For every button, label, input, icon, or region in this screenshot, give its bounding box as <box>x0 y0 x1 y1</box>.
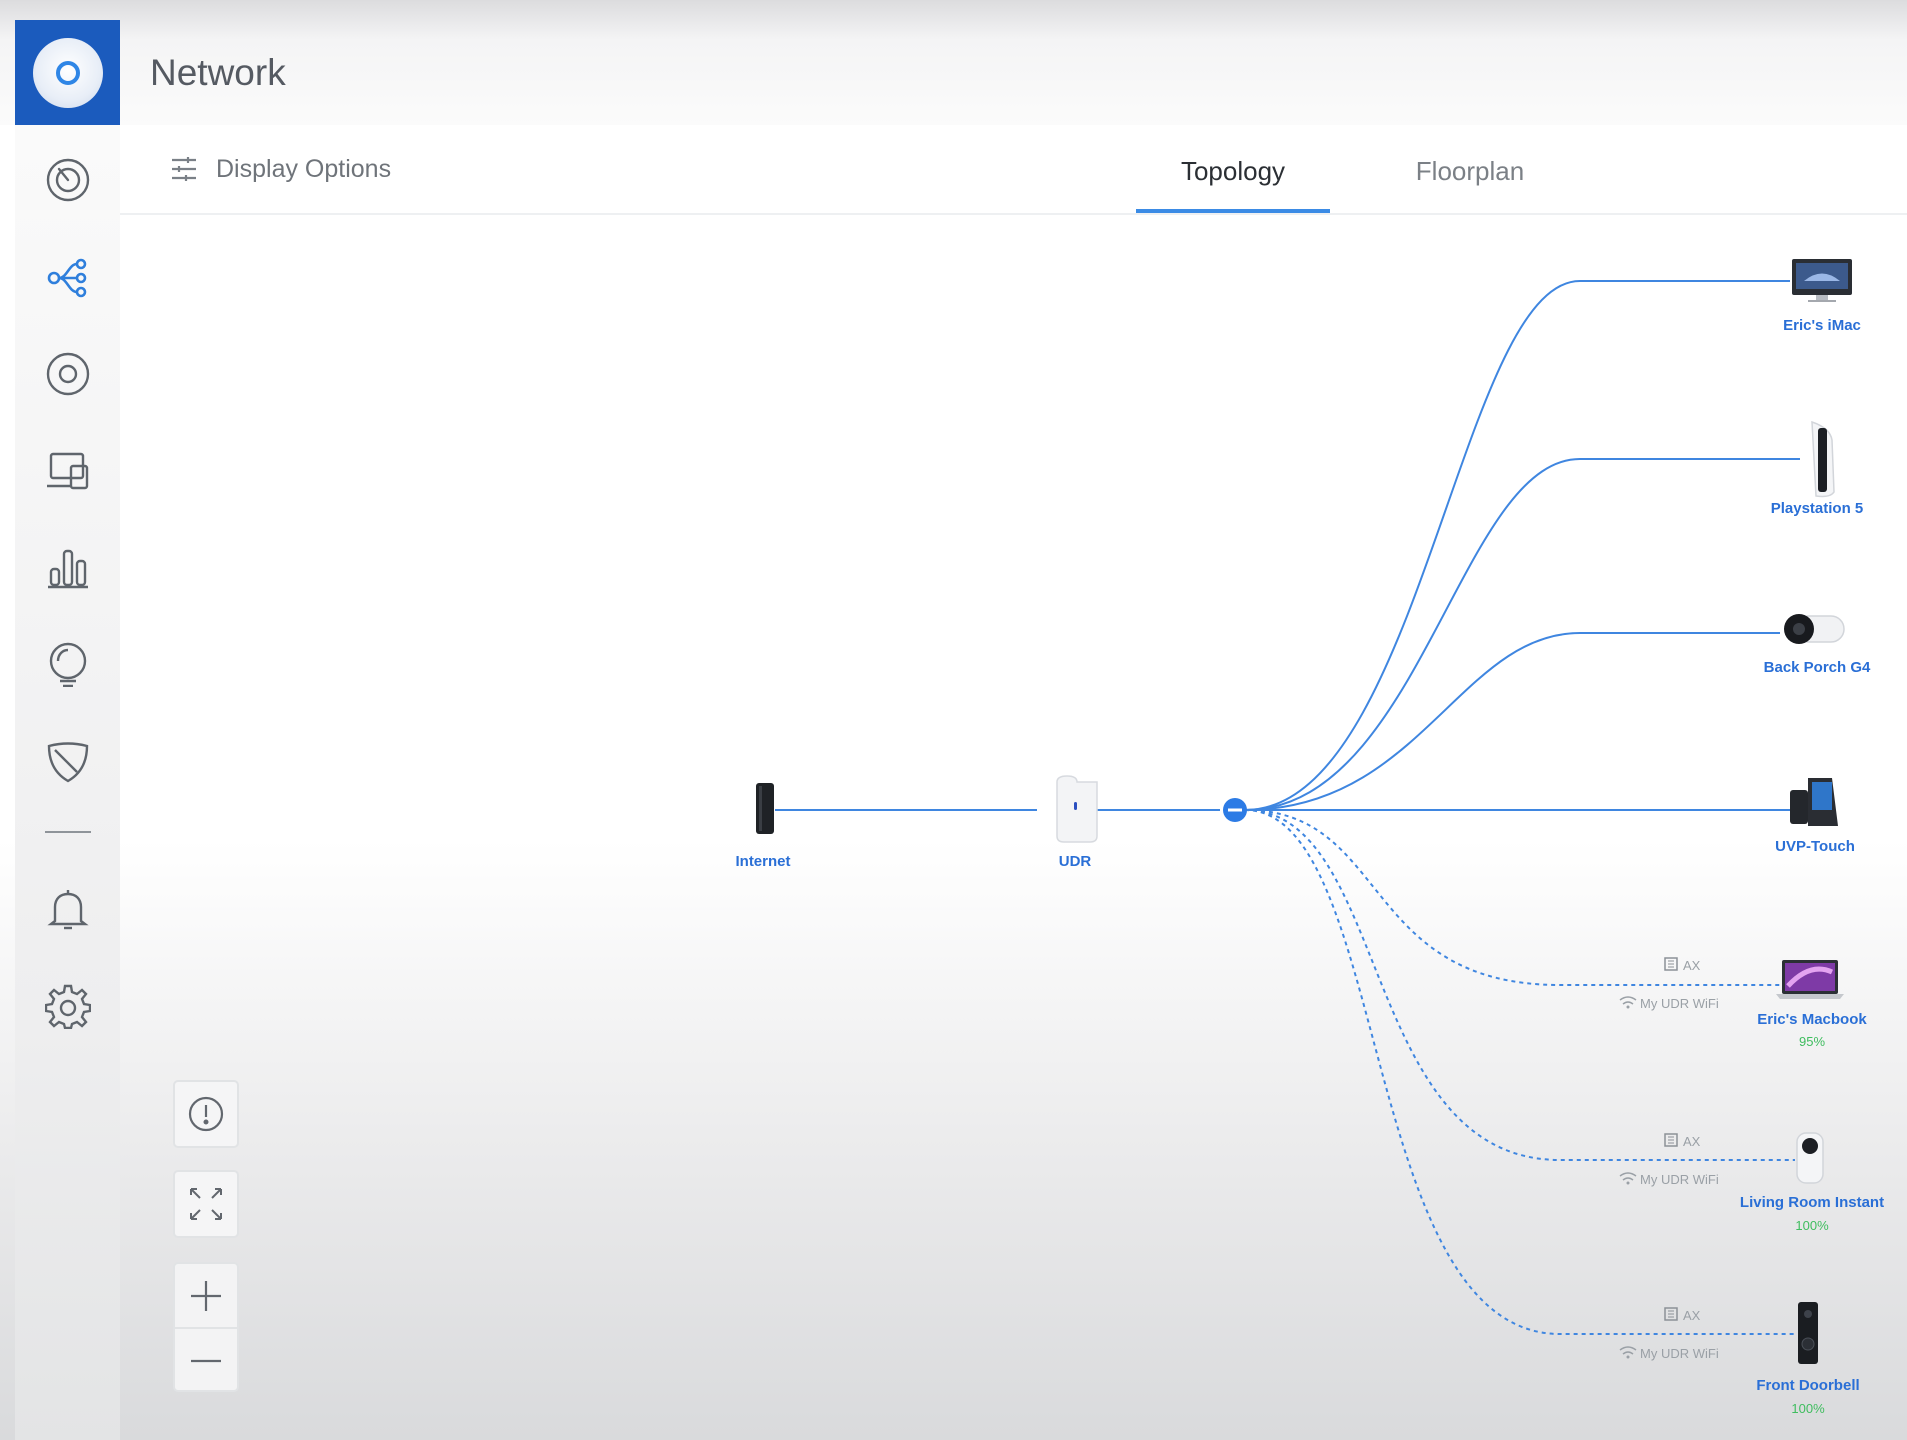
wifi-icon <box>1619 996 1637 1009</box>
topology-map: Internet UDR Eric's iMac Playstation 5 B… <box>735 259 1884 1416</box>
udr-node[interactable]: UDR <box>1056 775 1098 870</box>
wifi-icon <box>1619 1346 1637 1359</box>
link-erics-imac <box>1244 280 1790 811</box>
bullet-camera-icon <box>1784 614 1845 644</box>
client-erics-imac[interactable]: Eric's iMac <box>1783 259 1861 334</box>
zoom-out-button[interactable] <box>175 1329 237 1392</box>
udr-router-icon <box>1056 775 1098 843</box>
client-label: UVP-Touch <box>1775 838 1855 855</box>
zoom-controls <box>173 1262 239 1392</box>
client-living-room-instant[interactable]: Living Room Instant 100% AX My UDR WiFi <box>1619 1132 1884 1233</box>
client-erics-macbook[interactable]: Eric's Macbook 95% AX My UDR WiFi <box>1619 957 1867 1049</box>
ssid: My UDR WiFi <box>1640 1172 1719 1187</box>
client-label: Living Room Instant <box>1740 1194 1884 1211</box>
client-uvp-touch[interactable]: UVP-Touch <box>1775 778 1855 855</box>
signal-strength: 95% <box>1799 1034 1825 1049</box>
info-icon <box>188 1096 224 1132</box>
modem-icon <box>756 783 774 834</box>
zoom-out-icon <box>191 1359 221 1362</box>
ssid: My UDR WiFi <box>1640 1346 1719 1361</box>
client-front-doorbell[interactable]: Front Doorbell 100% AX My UDR WiFi <box>1619 1302 1860 1416</box>
info-button[interactable] <box>173 1080 239 1148</box>
client-back-porch-g4[interactable]: Back Porch G4 <box>1764 614 1871 676</box>
desk-phone-icon <box>1790 778 1838 826</box>
zoom-in-icon <box>191 1280 221 1311</box>
radio-type: AX <box>1683 958 1701 973</box>
macbook-icon <box>1776 960 1844 999</box>
udr-label: UDR <box>1059 853 1092 870</box>
fit-screen-icon <box>190 1188 222 1220</box>
ssid: My UDR WiFi <box>1640 996 1719 1011</box>
client-label: Eric's iMac <box>1783 317 1861 334</box>
playstation-icon <box>1811 420 1835 498</box>
link-playstation <box>1244 458 1800 811</box>
internet-label: Internet <box>735 853 790 870</box>
instant-camera-icon <box>1796 1132 1824 1184</box>
signal-strength: 100% <box>1795 1218 1829 1233</box>
radio-ax-icon <box>1664 1133 1678 1147</box>
imac-icon <box>1792 259 1852 302</box>
radio-type: AX <box>1683 1134 1701 1149</box>
link-back-porch-g4 <box>1244 632 1780 811</box>
doorbell-icon <box>1798 1302 1818 1364</box>
zoom-in-button[interactable] <box>175 1264 237 1327</box>
client-label: Eric's Macbook <box>1757 1011 1867 1028</box>
wifi-icon <box>1619 1172 1637 1185</box>
collapse-hub-button[interactable] <box>1223 798 1247 822</box>
signal-strength: 100% <box>1791 1401 1825 1416</box>
client-label: Playstation 5 <box>1771 500 1864 517</box>
radio-ax-icon <box>1664 1307 1678 1321</box>
client-label: Front Doorbell <box>1756 1377 1859 1394</box>
radio-ax-icon <box>1664 957 1678 971</box>
client-playstation[interactable]: Playstation 5 <box>1771 420 1864 517</box>
internet-node[interactable]: Internet <box>735 783 791 870</box>
client-label: Back Porch G4 <box>1764 659 1871 676</box>
fit-to-screen-button[interactable] <box>173 1170 239 1238</box>
link-front-doorbell <box>1244 809 1795 1335</box>
radio-type: AX <box>1683 1308 1701 1323</box>
